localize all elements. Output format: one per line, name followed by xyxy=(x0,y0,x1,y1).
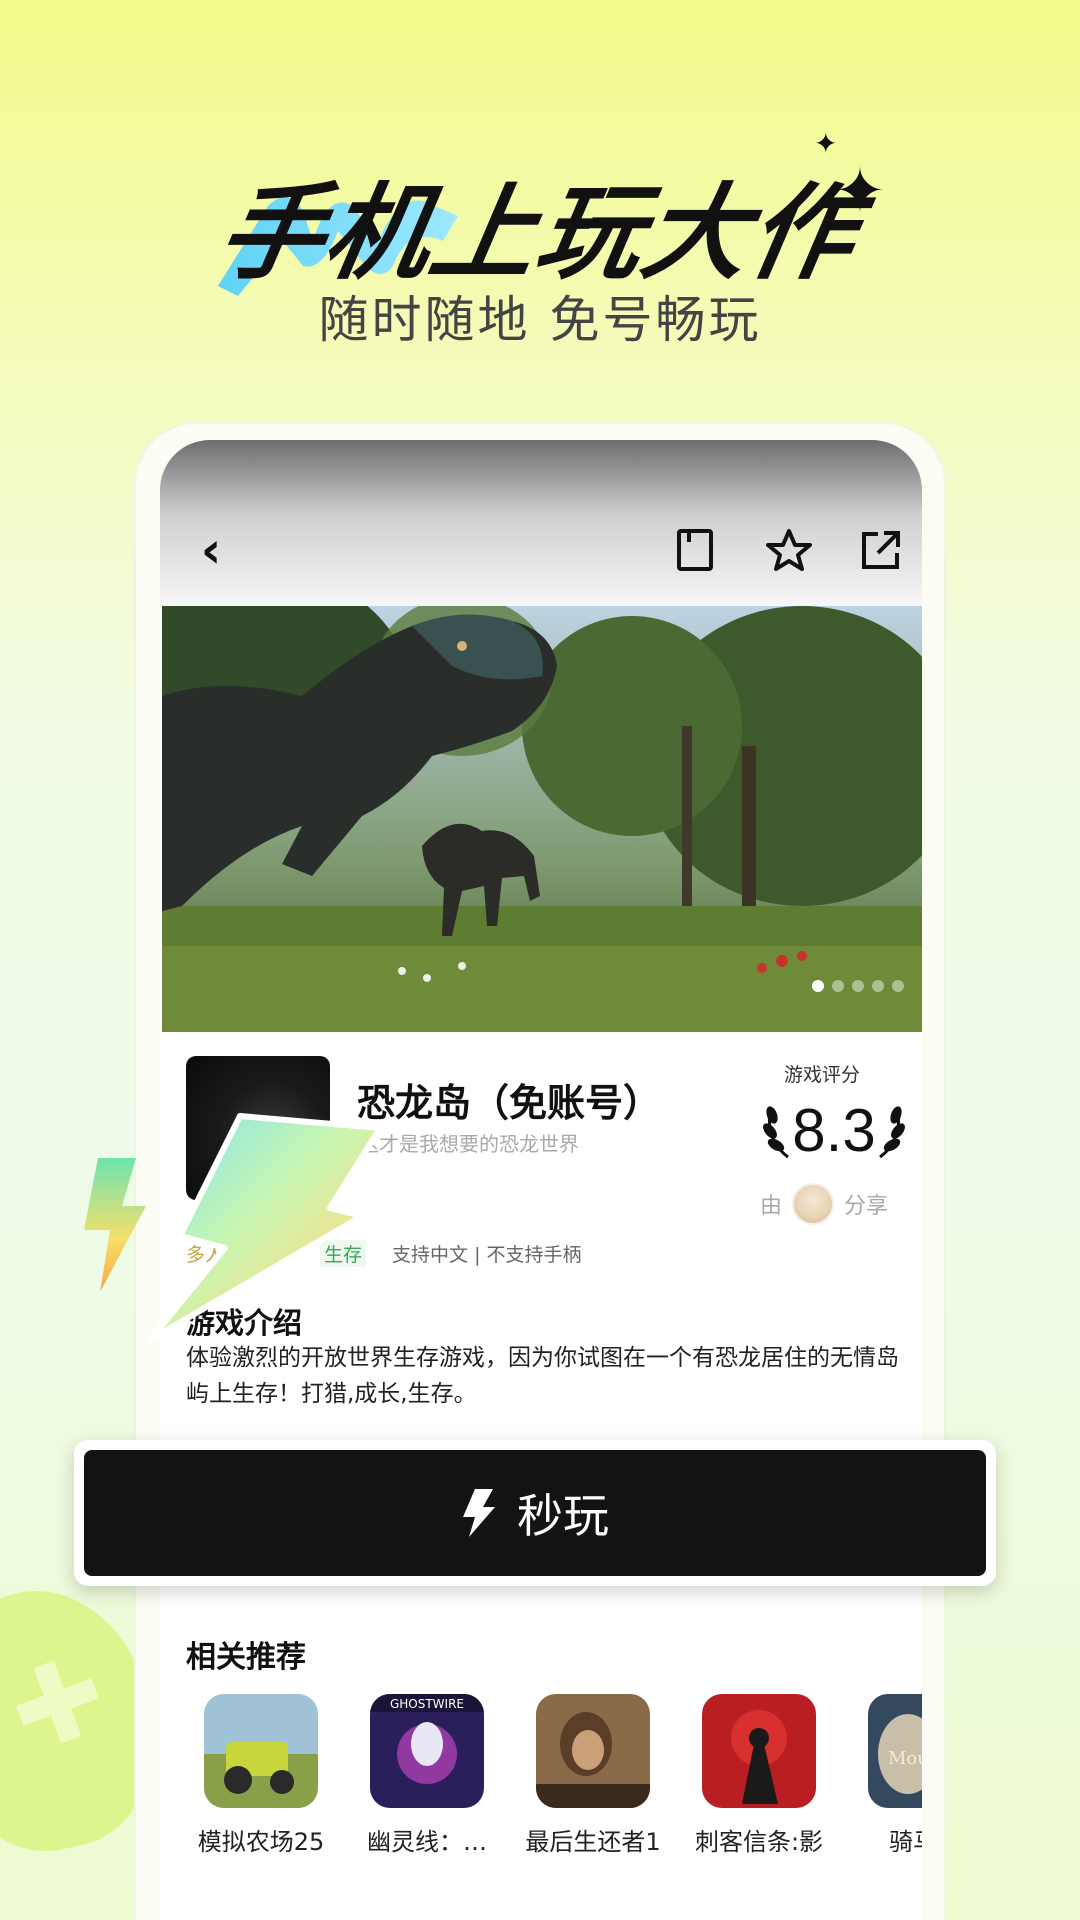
shared-by-prefix: 由 xyxy=(760,1194,783,1219)
pagination-dot[interactable] xyxy=(812,980,824,992)
related-game-item[interactable]: 模拟农场25 xyxy=(178,1694,344,1857)
pagination-dot[interactable] xyxy=(872,980,884,992)
game-icon-mount-and-blade: Moun xyxy=(868,1694,922,1808)
game-tagline: 这才是我想要的恐龙世界 xyxy=(359,1132,579,1156)
rating-label: 游戏评分 xyxy=(784,1064,861,1086)
lightning-icon xyxy=(463,1489,495,1537)
related-game-name: 幽灵线：… xyxy=(367,1828,487,1856)
related-game-item[interactable]: GHOSTWIRE 幽灵线：… xyxy=(344,1694,510,1857)
game-icon-ghostwire: GHOSTWIRE xyxy=(370,1694,484,1808)
related-game-name: 最后生还者1 xyxy=(525,1828,661,1856)
instant-play-label: 秒玩 xyxy=(517,1489,609,1543)
banner-pagination xyxy=(812,980,904,992)
game-icon-farming-simulator xyxy=(204,1694,318,1808)
related-game-name: 刺客信条:影 xyxy=(694,1828,824,1856)
pagination-dot[interactable] xyxy=(832,980,844,992)
svg-text:GHOSTWIRE: GHOSTWIRE xyxy=(390,1697,464,1711)
instant-play-button[interactable]: 秒玩 xyxy=(84,1450,986,1576)
dinosaur-jungle-image xyxy=(162,606,922,1032)
game-screenshot-banner[interactable] xyxy=(162,606,922,1032)
related-games-carousel[interactable]: 模拟农场25 GHOSTWIRE 幽灵线：… 最后生还者1 刺客信条:影 Mou… xyxy=(160,1694,922,1864)
large-lightning-decoration xyxy=(147,1113,383,1343)
game-icon-assassins-creed xyxy=(702,1694,816,1808)
related-game-item[interactable]: 刺客信条:影 xyxy=(676,1694,842,1857)
share-icon[interactable] xyxy=(856,525,906,575)
related-game-item[interactable]: Moun 骑马与 xyxy=(842,1694,922,1857)
avatar[interactable] xyxy=(792,1183,835,1225)
intro-text: 体验激烈的开放世界生存游戏，因为你试图在一个有恐龙居住的无情岛屿上生存！打猎,成… xyxy=(186,1345,899,1407)
game-title: 恐龙岛（免账号） xyxy=(357,1081,662,1125)
related-heading: 相关推荐 xyxy=(186,1640,306,1675)
svg-text:Moun: Moun xyxy=(888,1748,922,1769)
pagination-dot[interactable] xyxy=(892,980,904,992)
app-topbar: ‹ xyxy=(160,440,922,606)
bookmark-icon[interactable] xyxy=(670,525,720,575)
related-game-item[interactable]: 最后生还者1 xyxy=(510,1694,676,1857)
game-icon-last-of-us xyxy=(536,1694,650,1808)
language-support-text: 支持中文 | 不支持手柄 xyxy=(392,1244,582,1266)
sparkle-small-icon: ✦ xyxy=(814,127,838,160)
hero-subtitle: 随时随地 免号畅玩 xyxy=(318,291,762,349)
star-icon[interactable] xyxy=(764,525,814,575)
pagination-dot[interactable] xyxy=(852,980,864,992)
shared-by-row[interactable]: 由 分享 xyxy=(760,1182,888,1226)
shared-by-suffix: 分享 xyxy=(844,1194,889,1219)
rating-display: 8.3 xyxy=(746,1090,922,1170)
related-game-name: 模拟农场25 xyxy=(197,1828,325,1856)
sparkle-icon: ✦ xyxy=(834,154,886,227)
hero-title: 手机上玩大作 xyxy=(209,172,868,294)
laurel-right-icon xyxy=(878,1106,905,1159)
rating-value: 8.3 xyxy=(792,1096,876,1164)
related-game-name: 骑马与 xyxy=(889,1828,922,1856)
laurel-left-icon xyxy=(763,1106,790,1159)
back-icon[interactable]: ‹ xyxy=(186,521,236,579)
